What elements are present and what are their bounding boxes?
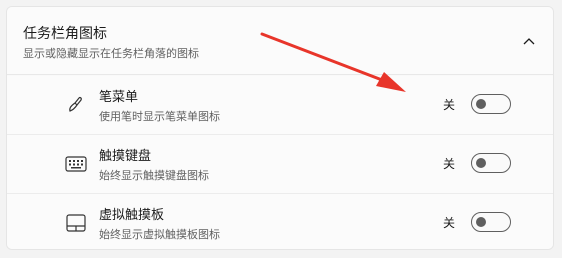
toggle-knob — [476, 99, 486, 109]
setting-description: 始终显示虚拟触摸板图标 — [99, 228, 220, 241]
keyboard-icon — [65, 153, 87, 175]
pen-icon — [65, 94, 87, 116]
pen-menu-toggle[interactable] — [471, 94, 511, 114]
setting-title: 笔菜单 — [99, 90, 139, 105]
toggle-state-label: 关 — [443, 157, 456, 171]
setting-row-virtual-touchpad: 虚拟触摸板 始终显示虚拟触摸板图标 关 — [7, 194, 553, 249]
setting-description: 使用笔时显示笔菜单图标 — [99, 110, 220, 123]
setting-row-touch-keyboard: 触摸键盘 始终显示触摸键盘图标 关 — [7, 135, 553, 193]
toggle-state-label: 关 — [443, 216, 456, 230]
setting-title: 触摸键盘 — [99, 149, 152, 164]
setting-description: 始终显示触摸键盘图标 — [99, 169, 209, 182]
touchpad-icon — [65, 212, 87, 234]
section-title: 任务栏角图标 — [23, 26, 107, 42]
taskbar-corner-icons-panel: 任务栏角图标 显示或隐藏显示在任务栏角落的图标 笔菜单 使用笔时显示笔菜单图标 … — [6, 6, 554, 250]
setting-title: 虚拟触摸板 — [99, 208, 165, 223]
chevron-up-icon — [523, 38, 535, 45]
virtual-touchpad-toggle[interactable] — [471, 212, 511, 232]
toggle-knob — [476, 158, 486, 168]
setting-row-pen-menu: 笔菜单 使用笔时显示笔菜单图标 关 — [7, 76, 553, 134]
toggle-state-label: 关 — [443, 98, 456, 112]
section-header[interactable]: 任务栏角图标 显示或隐藏显示在任务栏角落的图标 — [7, 7, 553, 75]
touch-keyboard-toggle[interactable] — [471, 153, 511, 173]
collapse-button[interactable] — [519, 31, 539, 51]
section-subtitle: 显示或隐藏显示在任务栏角落的图标 — [23, 47, 199, 60]
toggle-knob — [476, 217, 486, 227]
